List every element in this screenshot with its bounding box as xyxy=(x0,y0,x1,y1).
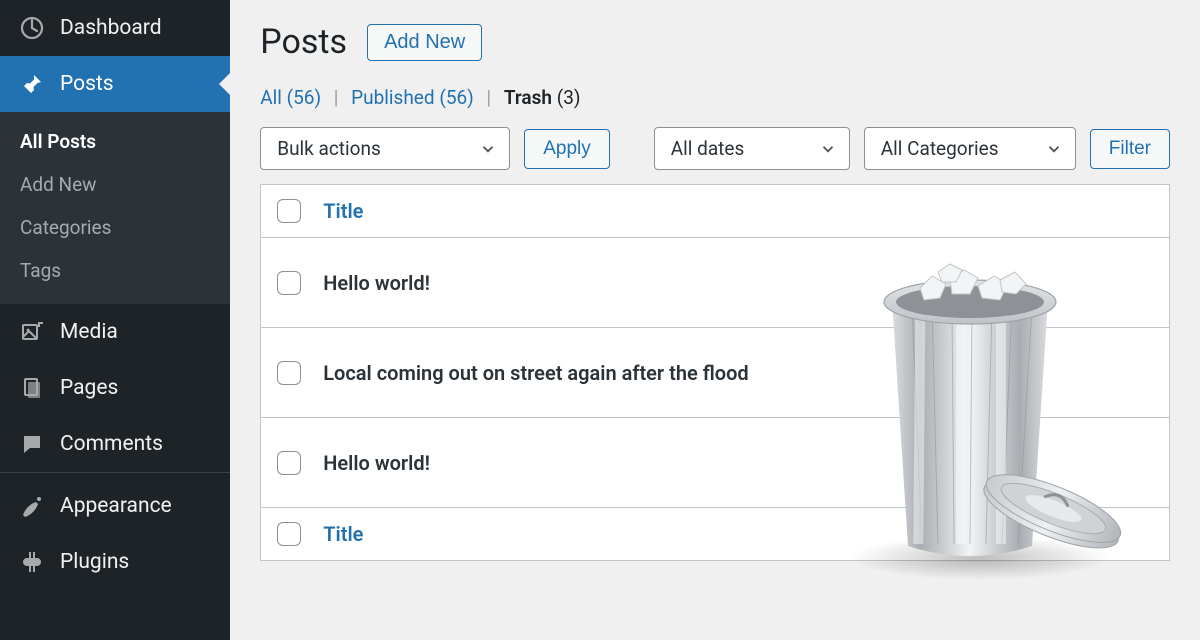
apply-button[interactable]: Apply xyxy=(524,129,610,169)
table-row[interactable]: Local coming out on street again after t… xyxy=(261,328,1169,418)
filter-link-trash[interactable]: Trash (3) xyxy=(504,86,581,109)
add-new-button[interactable]: Add New xyxy=(367,24,482,61)
row-checkbox[interactable] xyxy=(277,451,301,475)
comments-icon xyxy=(18,430,46,458)
sidebar-subitem-all-posts[interactable]: All Posts xyxy=(0,120,230,163)
sidebar-item-plugins[interactable]: Plugins xyxy=(0,534,230,590)
chevron-down-icon xyxy=(479,140,497,158)
dashboard-icon xyxy=(18,14,46,42)
media-icon xyxy=(18,318,46,346)
page-title: Posts xyxy=(260,22,347,62)
bulk-actions-select[interactable]: Bulk actions xyxy=(260,127,510,170)
toolbar: Bulk actions Apply All dates All Categor… xyxy=(260,127,1170,170)
sidebar-subitem-categories[interactable]: Categories xyxy=(0,206,230,249)
sidebar-label: Appearance xyxy=(60,494,172,518)
status-filter-links: All (56) | Published (56) | Trash (3) xyxy=(260,86,1170,109)
row-checkbox[interactable] xyxy=(277,271,301,295)
sidebar-label: Dashboard xyxy=(60,16,162,40)
column-header-title[interactable]: Title xyxy=(323,199,363,223)
sidebar-label: Plugins xyxy=(60,550,129,574)
chevron-down-icon xyxy=(1045,140,1063,158)
filter-link-all[interactable]: All (56) xyxy=(260,86,321,109)
sidebar-item-pages[interactable]: Pages xyxy=(0,360,230,416)
admin-sidebar: Dashboard Posts All Posts Add New Catego… xyxy=(0,0,230,640)
post-title[interactable]: Hello world! xyxy=(323,271,430,295)
select-all-checkbox[interactable] xyxy=(277,199,301,223)
page-header: Posts Add New xyxy=(260,22,1170,62)
post-title[interactable]: Hello world! xyxy=(323,451,430,475)
post-title[interactable]: Local coming out on street again after t… xyxy=(323,361,748,385)
sidebar-label: Comments xyxy=(60,432,163,456)
filter-link-published[interactable]: Published (56) xyxy=(351,86,474,109)
sidebar-item-posts[interactable]: Posts xyxy=(0,56,230,112)
filter-button[interactable]: Filter xyxy=(1090,129,1170,169)
pages-icon xyxy=(18,374,46,402)
table-header-row: Title xyxy=(261,185,1169,238)
sidebar-subitem-tags[interactable]: Tags xyxy=(0,249,230,292)
sidebar-label: Media xyxy=(60,320,118,344)
sidebar-item-dashboard[interactable]: Dashboard xyxy=(0,0,230,56)
column-header-title[interactable]: Title xyxy=(323,522,363,546)
appearance-icon xyxy=(18,492,46,520)
row-checkbox[interactable] xyxy=(277,361,301,385)
main-content: Posts Add New All (56) | Published (56) … xyxy=(230,0,1200,640)
pin-icon xyxy=(18,70,46,98)
sidebar-subitem-add-new[interactable]: Add New xyxy=(0,163,230,206)
sidebar-submenu-posts: All Posts Add New Categories Tags xyxy=(0,112,230,304)
sidebar-label: Posts xyxy=(60,72,114,96)
sidebar-label: Pages xyxy=(60,376,118,400)
table-footer-row: Title xyxy=(261,508,1169,560)
table-row[interactable]: Hello world! xyxy=(261,238,1169,328)
table-row[interactable]: Hello world! xyxy=(261,418,1169,508)
sidebar-item-media[interactable]: Media xyxy=(0,304,230,360)
dates-select[interactable]: All dates xyxy=(654,127,850,170)
sidebar-item-appearance[interactable]: Appearance xyxy=(0,478,230,534)
sidebar-item-comments[interactable]: Comments xyxy=(0,416,230,472)
chevron-down-icon xyxy=(819,140,837,158)
posts-table: Title Hello world! Local coming out on s… xyxy=(260,184,1170,561)
categories-select[interactable]: All Categories xyxy=(864,127,1076,170)
select-all-checkbox[interactable] xyxy=(277,522,301,546)
plugins-icon xyxy=(18,548,46,576)
